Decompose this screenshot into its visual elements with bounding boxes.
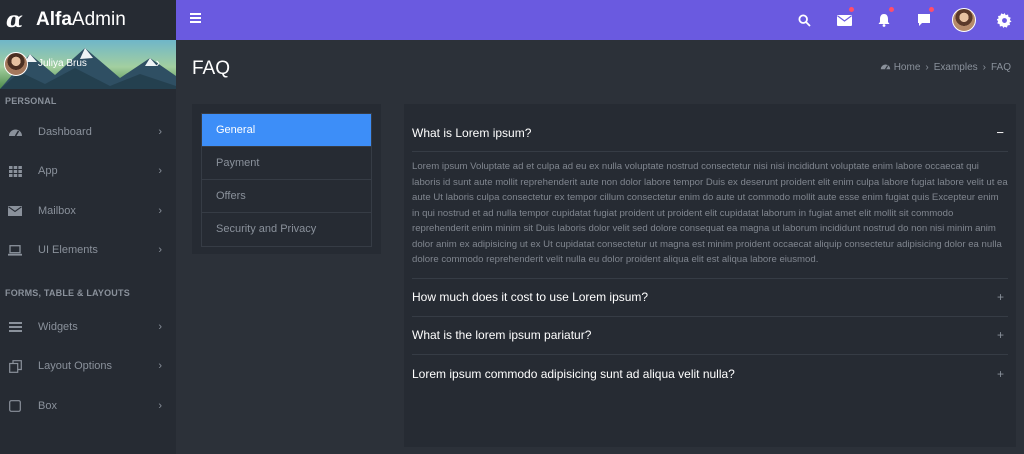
expand-icon[interactable]: + bbox=[997, 328, 1004, 342]
sidebar-item-dashboard[interactable]: Dashboard › bbox=[0, 112, 176, 152]
sidebar-item-app[interactable]: App › bbox=[0, 152, 176, 192]
sidebar-item-label: Mailbox bbox=[38, 204, 76, 217]
faq-question[interactable]: Lorem ipsum commodo adipisicing sunt ad … bbox=[412, 355, 1008, 393]
breadcrumb-separator: › bbox=[982, 62, 986, 73]
mail-badge bbox=[849, 7, 854, 12]
user-avatar bbox=[4, 52, 28, 76]
user-panel[interactable]: Juliya Brus › bbox=[0, 40, 176, 89]
sidebar-item-label: App bbox=[38, 165, 58, 178]
dashboard-icon bbox=[880, 62, 891, 73]
chevron-right-icon: › bbox=[158, 165, 162, 178]
sidebar-item-label: Box bbox=[38, 399, 57, 412]
faq-answer: Lorem ipsum Voluptate ad et culpa ad eu … bbox=[412, 152, 1008, 279]
breadcrumb-home[interactable]: Home bbox=[894, 62, 921, 73]
chevron-right-icon: › bbox=[158, 204, 162, 217]
envelope-icon bbox=[7, 203, 23, 219]
sidebar-item-box[interactable]: Box › bbox=[0, 386, 176, 426]
faq-category-security[interactable]: Security and Privacy bbox=[202, 213, 371, 246]
faq-category-panel: General Payment Offers Security and Priv… bbox=[192, 104, 381, 254]
square-icon bbox=[7, 398, 23, 414]
user-menu[interactable] bbox=[944, 0, 984, 40]
bell-icon[interactable] bbox=[864, 0, 904, 40]
expand-icon[interactable]: + bbox=[997, 367, 1004, 381]
chevron-right-icon: › bbox=[158, 320, 162, 333]
dashboard-icon bbox=[7, 124, 23, 140]
chevron-right-icon: › bbox=[158, 244, 162, 257]
nav-section-forms: FORMS, TABLE & LAYOUTS bbox=[5, 288, 130, 298]
sidebar-item-label: Widgets bbox=[38, 320, 78, 333]
faq-question-text: Lorem ipsum commodo adipisicing sunt ad … bbox=[412, 366, 735, 381]
collapse-icon[interactable]: − bbox=[996, 125, 1004, 140]
chevron-right-icon: › bbox=[158, 125, 162, 138]
faq-question[interactable]: What is the lorem ipsum pariatur? + bbox=[412, 317, 1008, 355]
nav-section-personal: PERSONAL bbox=[5, 96, 57, 106]
copy-icon bbox=[7, 358, 23, 374]
faq-question[interactable]: What is Lorem ipsum? − bbox=[412, 114, 1008, 152]
chat-badge bbox=[929, 7, 934, 12]
sidebar-item-widgets[interactable]: Widgets › bbox=[0, 307, 176, 347]
chevron-right-icon: › bbox=[158, 360, 162, 373]
sidebar: Juliya Brus › PERSONAL Dashboard › App ›… bbox=[0, 40, 176, 454]
laptop-icon bbox=[7, 242, 23, 258]
sidebar-item-mailbox[interactable]: Mailbox › bbox=[0, 191, 176, 231]
expand-icon[interactable]: + bbox=[997, 290, 1004, 304]
chat-icon[interactable] bbox=[904, 0, 944, 40]
faq-question[interactable]: How much does it cost to use Lorem ipsum… bbox=[412, 279, 1008, 317]
sidebar-item-label: Layout Options bbox=[38, 360, 112, 373]
faq-question-text: What is Lorem ipsum? bbox=[412, 125, 532, 140]
user-name: Juliya Brus bbox=[38, 58, 87, 69]
top-header bbox=[176, 0, 1024, 40]
faq-question-text: What is the lorem ipsum pariatur? bbox=[412, 328, 592, 342]
sidebar-item-label: Dashboard bbox=[38, 125, 92, 138]
grid-icon bbox=[7, 163, 23, 179]
breadcrumb-separator: › bbox=[925, 62, 929, 73]
gear-icon[interactable] bbox=[984, 0, 1024, 40]
sidebar-item-layout-options[interactable]: Layout Options › bbox=[0, 347, 176, 387]
page-title: FAQ bbox=[192, 58, 231, 79]
chevron-right-icon[interactable]: › bbox=[156, 55, 160, 70]
breadcrumb-current: FAQ bbox=[990, 62, 1011, 73]
menu-toggle-icon[interactable] bbox=[190, 13, 201, 23]
sidebar-item-ui-elements[interactable]: UI Elements › bbox=[0, 231, 176, 271]
breadcrumb: Home › Examples › FAQ bbox=[880, 62, 1011, 73]
avatar bbox=[952, 8, 976, 32]
faq-category-menu: General Payment Offers Security and Priv… bbox=[201, 113, 372, 247]
faq-category-offers[interactable]: Offers bbox=[202, 180, 371, 213]
breadcrumb-examples[interactable]: Examples bbox=[934, 62, 978, 73]
sidebar-item-label: UI Elements bbox=[38, 244, 98, 257]
bell-badge bbox=[889, 7, 894, 12]
bars-icon bbox=[7, 319, 23, 335]
logo-mark: α bbox=[6, 7, 23, 33]
logo-text: AlfaAdmin bbox=[36, 9, 126, 30]
faq-category-payment[interactable]: Payment bbox=[202, 147, 371, 180]
search-icon[interactable] bbox=[784, 0, 824, 40]
faq-question-text: How much does it cost to use Lorem ipsum… bbox=[412, 290, 649, 304]
chevron-right-icon: › bbox=[158, 399, 162, 412]
faq-category-general[interactable]: General bbox=[202, 114, 371, 147]
logo[interactable]: α AlfaAdmin bbox=[0, 0, 176, 40]
faq-accordion: What is Lorem ipsum? − Lorem ipsum Volup… bbox=[404, 104, 1016, 447]
mail-icon[interactable] bbox=[824, 0, 864, 40]
